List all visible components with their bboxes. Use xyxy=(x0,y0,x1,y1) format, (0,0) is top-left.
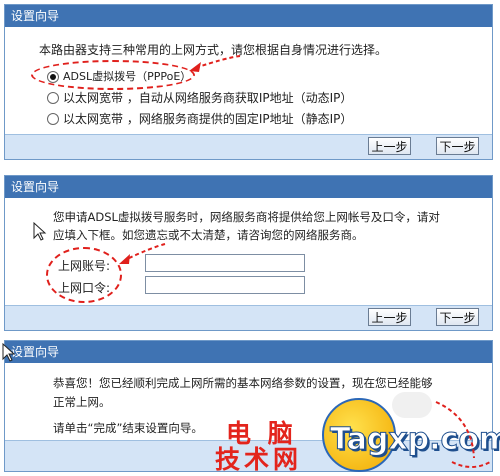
complete-line-2: 正常上网。 xyxy=(53,395,111,409)
radio-dynamic-ip[interactable] xyxy=(47,92,59,104)
description-line-1: 您申请ADSL虚拟拨号服务时，网络服务商将提供给您上网帐号及口令，请对 xyxy=(53,210,440,224)
password-input[interactable] xyxy=(145,276,305,294)
complete-line-1: 恭喜您！您已经顺利完成上网所需的基本网络参数的设置，现在您已经能够 xyxy=(53,376,433,390)
panel-footer: 上一步 下一步 xyxy=(5,134,492,159)
option-label: 以太网宽带 ，网络服务商提供的固定IP地址（静态IP） xyxy=(63,112,353,126)
prev-button[interactable]: 上一步 xyxy=(368,308,411,326)
annotation-ellipse xyxy=(31,60,195,90)
panel-title: 设置向导 xyxy=(5,176,492,198)
annotation-ellipse xyxy=(46,247,122,303)
description-line-2: 应填入下框。如您遗忘或不太清楚，请咨询您的网络服务商。 xyxy=(53,228,364,242)
annotation-arrow xyxy=(119,243,166,264)
annotation-ellipse xyxy=(435,401,491,468)
panel-title: 设置向导 xyxy=(5,341,492,363)
watermark-text-line-2: 技术网 xyxy=(215,445,303,474)
radio-static-ip[interactable] xyxy=(47,113,59,125)
next-button[interactable]: 下一步 xyxy=(436,308,479,326)
panel-title: 设置向导 xyxy=(5,5,492,27)
option-label: 以太网宽带 ，自动从网络服务商获取IP地址（动态IP） xyxy=(63,91,353,105)
watermark-decor xyxy=(392,392,432,418)
mouse-cursor-icon xyxy=(33,222,47,241)
prev-button[interactable]: 上一步 xyxy=(368,137,411,155)
panel-footer: 上一步 下一步 xyxy=(5,305,492,330)
complete-line-3: 请单击“完成”结束设置向导。 xyxy=(53,421,203,435)
annotation-arrow xyxy=(189,55,241,72)
next-button[interactable]: 下一步 xyxy=(436,137,479,155)
mouse-cursor-icon xyxy=(2,343,16,362)
